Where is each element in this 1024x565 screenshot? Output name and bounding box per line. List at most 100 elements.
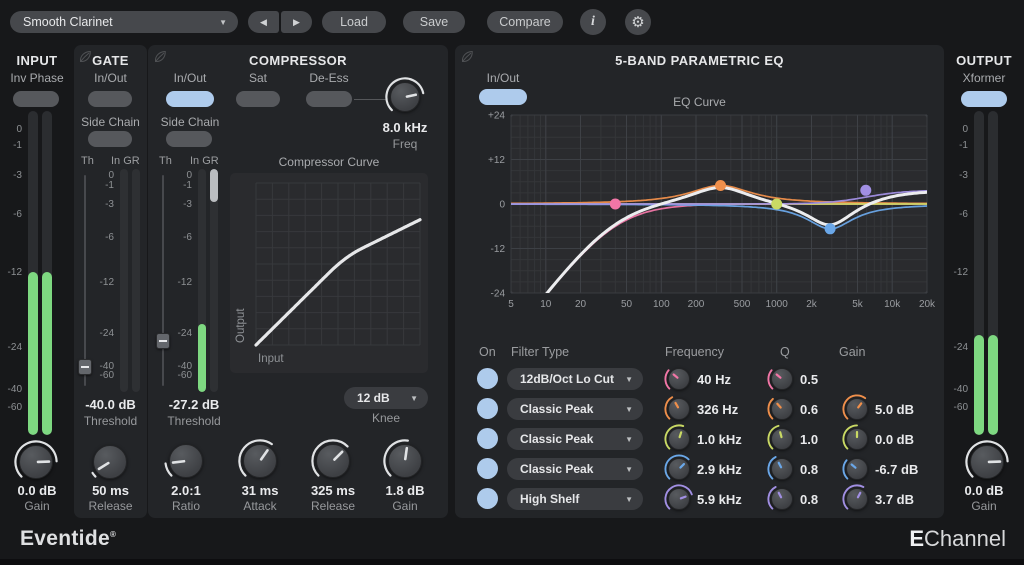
comp-sidechain-toggle[interactable] xyxy=(166,131,212,147)
info-button[interactable]: i xyxy=(580,9,606,35)
input-gain-knob[interactable] xyxy=(14,440,58,484)
eq-band3-gain-knob[interactable] xyxy=(842,424,872,454)
save-button[interactable]: Save xyxy=(403,11,465,33)
eq-header-frequency: Frequency xyxy=(665,345,724,359)
brand-text: Eventide xyxy=(20,527,110,550)
inv-phase-label: Inv Phase xyxy=(0,71,74,85)
eq-band4-on-toggle[interactable] xyxy=(477,458,498,479)
eq-band4-gain-knob[interactable] xyxy=(842,454,872,484)
level-meter-bar xyxy=(974,111,984,435)
previous-preset-button[interactable]: ◀ xyxy=(248,11,279,33)
comp-deess-label: De-Ess xyxy=(300,71,358,85)
arrow-right-icon: ▶ xyxy=(293,17,300,28)
comp-release-value: 325 ms xyxy=(298,483,368,498)
eq-band2-on-toggle[interactable] xyxy=(477,398,498,419)
chevron-down-icon: ▼ xyxy=(625,465,633,474)
gate-inout-label: In/Out xyxy=(74,71,147,85)
eq-band1-q-knob[interactable] xyxy=(767,364,797,394)
eq-band2-filter-dropdown[interactable]: Classic Peak ▼ xyxy=(507,398,643,420)
threshold-slider-handle[interactable] xyxy=(156,333,170,349)
eq-band3-freq-value: 1.0 kHz xyxy=(697,432,742,447)
eq-band5-filter-dropdown[interactable]: High Shelf ▼ xyxy=(507,488,643,510)
compare-button[interactable]: Compare xyxy=(487,11,563,33)
eq-band2-gain-knob[interactable] xyxy=(842,394,872,424)
comp-threshold-value: -27.2 dB xyxy=(148,397,240,412)
gate-sidechain-toggle[interactable] xyxy=(88,131,132,147)
level-meter-bar xyxy=(42,111,52,435)
settings-button[interactable]: ⚙ xyxy=(625,9,651,35)
eq-band4-freq-knob[interactable] xyxy=(664,454,694,484)
eq-band5-freq-value: 5.9 kHz xyxy=(697,492,742,507)
comp-sat-toggle[interactable] xyxy=(236,91,280,107)
inv-phase-toggle[interactable] xyxy=(13,91,59,107)
comp-ratio-knob[interactable] xyxy=(164,439,208,483)
xformer-toggle[interactable] xyxy=(961,91,1007,107)
eq-band3-on-toggle[interactable] xyxy=(477,428,498,449)
output-gain-knob[interactable] xyxy=(965,440,1009,484)
eq-band2-freq-knob[interactable] xyxy=(664,394,694,424)
chevron-down-icon: ▼ xyxy=(625,405,633,414)
compressor-curve-graph: OutputInput xyxy=(230,173,428,373)
comp-freq-label: Freq xyxy=(373,137,437,151)
next-preset-button[interactable]: ▶ xyxy=(281,11,312,33)
eq-band4-filter-dropdown[interactable]: Classic Peak ▼ xyxy=(507,458,643,480)
eq-band1-filter-dropdown[interactable]: 12dB/Oct Lo Cut ▼ xyxy=(507,368,643,390)
eq-band1-freq-knob[interactable] xyxy=(664,364,694,394)
eq-title: 5-BAND PARAMETRIC EQ xyxy=(455,53,944,68)
meter-scale: 0-1-3-6-12-24-40-60 xyxy=(946,111,970,435)
eq-band4-filter-value: Classic Peak xyxy=(520,462,593,476)
output-meter: 0-1-3-6-12-24-40-60 xyxy=(946,111,998,435)
comp-curve-title: Compressor Curve xyxy=(230,155,428,169)
threshold-slider-handle[interactable] xyxy=(78,359,92,375)
load-button[interactable]: Load xyxy=(322,11,386,33)
comp-gain-knob[interactable] xyxy=(383,439,427,483)
eq-header-filter: Filter Type xyxy=(511,345,569,359)
eq-band5-freq-knob[interactable] xyxy=(664,484,694,514)
eq-curve-graph[interactable]: +24+120-12-24510205010020050010002k5k10k… xyxy=(477,109,935,325)
eq-section: 5-BAND PARAMETRIC EQ In/Out EQ Curve +24… xyxy=(455,45,944,518)
preset-name: Smooth Clarinet xyxy=(23,15,113,29)
gate-inout-toggle[interactable] xyxy=(88,91,132,107)
knee-dropdown[interactable]: 12 dB ▼ xyxy=(344,387,428,409)
comp-deess-toggle[interactable] xyxy=(306,91,352,107)
svg-text:+24: +24 xyxy=(488,111,505,122)
knee-value: 12 dB xyxy=(357,391,390,405)
comp-attack-knob[interactable] xyxy=(238,439,282,483)
preset-selector[interactable]: Smooth Clarinet ▼ xyxy=(10,11,238,33)
svg-text:0: 0 xyxy=(499,200,505,211)
output-section: OUTPUT Xformer 0-1-3-6-12-24-40-60 0.0 d… xyxy=(944,45,1024,518)
input-meter: 0-1-3-6-12-24-40-60 xyxy=(0,111,52,435)
eq-band2-q-knob[interactable] xyxy=(767,394,797,424)
eq-band5-gain-knob[interactable] xyxy=(842,484,872,514)
eq-band5-on-toggle[interactable] xyxy=(477,488,498,509)
product-logo: EChannel xyxy=(909,526,1006,552)
eq-band4-freq-value: 2.9 kHz xyxy=(697,462,742,477)
comp-inout-toggle[interactable] xyxy=(166,91,214,107)
eq-band3-freq-knob[interactable] xyxy=(664,424,694,454)
svg-text:-12: -12 xyxy=(491,244,506,255)
threshold-slider[interactable] xyxy=(78,169,92,392)
gate-threshold-value: -40.0 dB xyxy=(74,397,147,412)
eq-band5-q-knob[interactable] xyxy=(767,484,797,514)
svg-text:500: 500 xyxy=(734,299,751,310)
meter-scale: 0-1-3-6-12-24-40-60 xyxy=(170,169,194,392)
input-section: INPUT Inv Phase 0-1-3-6-12-24-40-60 0.0 … xyxy=(0,45,74,518)
eq-band1-q-value: 0.5 xyxy=(800,372,818,387)
eq-band-row-1: 12dB/Oct Lo Cut ▼ 40 Hz 0.5 xyxy=(455,364,944,394)
comp-deess-freq-knob[interactable] xyxy=(385,77,425,117)
eq-band1-on-toggle[interactable] xyxy=(477,368,498,389)
gate-release-knob[interactable] xyxy=(88,440,132,484)
eq-band3-q-knob[interactable] xyxy=(767,424,797,454)
eq-band3-filter-dropdown[interactable]: Classic Peak ▼ xyxy=(507,428,643,450)
product-name: Channel xyxy=(924,526,1006,551)
input-gain-value: 0.0 dB xyxy=(0,483,74,498)
comp-attack-value: 31 ms xyxy=(225,483,295,498)
eventide-logo: Eventide® xyxy=(20,527,116,551)
output-gain-value: 0.0 dB xyxy=(944,483,1024,498)
comp-sat-label: Sat xyxy=(236,71,280,85)
threshold-slider[interactable] xyxy=(156,169,170,392)
comp-gain-label: Gain xyxy=(370,499,440,513)
comp-release-knob[interactable] xyxy=(311,439,355,483)
level-meter-bar xyxy=(28,111,38,435)
eq-band4-q-knob[interactable] xyxy=(767,454,797,484)
